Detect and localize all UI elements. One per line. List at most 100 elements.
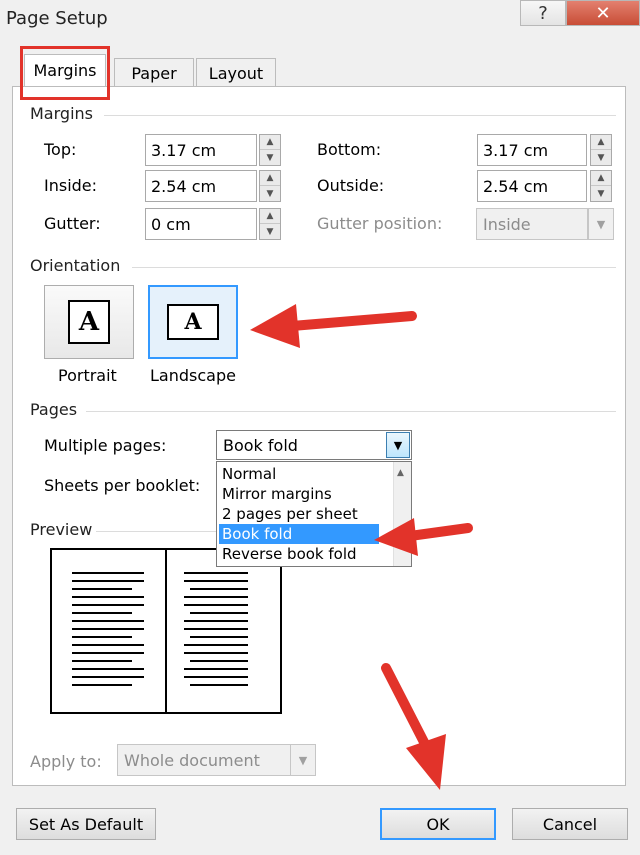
tab-paper[interactable]: Paper [114,58,194,88]
spin-up-icon[interactable]: ▲ [260,209,280,224]
pages-group-label: Pages [30,400,78,419]
preview-text-line [72,580,144,582]
cancel-button[interactable]: Cancel [512,808,628,840]
multiple-pages-dropdown[interactable]: Normal Mirror margins 2 pages per sheet … [216,461,412,567]
gutter-field[interactable]: 0 cm [145,208,257,240]
bottom-margin-field[interactable]: 3.17 cm [477,134,587,166]
icon-letter: A [78,307,100,337]
set-as-default-button[interactable]: Set As Default [16,808,156,840]
help-button[interactable]: ? [520,0,566,26]
spin-down-icon[interactable]: ▼ [260,224,280,239]
top-label: Top: [44,140,77,159]
preview-text-line [72,636,132,638]
multiple-pages-label: Multiple pages: [44,436,167,455]
window-title: Page Setup [6,8,108,29]
landscape-label: Landscape [150,366,236,385]
preview-text-line [72,676,144,678]
orientation-group-label: Orientation [30,256,121,275]
close-button[interactable]: ✕ [566,0,640,26]
preview-text-line [184,676,248,678]
preview-text-line [72,644,144,646]
preview-text-line [72,628,144,630]
chevron-down-icon[interactable]: ▼ [386,432,410,458]
spin-down-icon[interactable]: ▼ [591,186,611,201]
preview-text-line [184,668,248,670]
multiple-pages-select[interactable]: Book fold [216,430,412,460]
preview-text-line [184,652,248,654]
preview-text-line [184,580,248,582]
preview-text-line [72,596,144,598]
gutter-label: Gutter: [44,214,101,233]
top-margin-spinner[interactable]: ▲ ▼ [259,134,281,166]
preview-text-line [72,588,132,590]
option-mirror-margins[interactable]: Mirror margins [219,484,379,504]
apply-to-label: Apply to: [30,752,102,771]
preview-text-line [184,620,248,622]
preview-text-line [184,572,248,574]
portrait-label: Portrait [58,366,117,385]
margins-tab-highlight-box [20,46,110,100]
preview-text-line [190,684,248,686]
margins-separator [104,115,616,116]
margins-group-label: Margins [30,104,93,123]
inside-margin-spinner[interactable]: ▲ ▼ [259,170,281,202]
spin-down-icon[interactable]: ▼ [591,150,611,165]
preview-text-line [184,604,248,606]
gutter-spinner[interactable]: ▲ ▼ [259,208,281,240]
spin-down-icon[interactable]: ▼ [260,186,280,201]
option-normal[interactable]: Normal [219,464,379,484]
preview-text-line [184,596,248,598]
inside-label: Inside: [44,176,98,195]
preview-text-line [72,684,132,686]
landscape-page-icon: A [167,304,219,340]
preview-text-line [72,652,144,654]
preview-text-line [72,660,132,662]
inside-margin-field[interactable]: 2.54 cm [145,170,257,202]
preview-text-line [184,628,248,630]
spin-down-icon[interactable]: ▼ [260,150,280,165]
preview-book [50,548,282,714]
preview-text-line [72,604,144,606]
gutter-position-select: Inside [476,208,588,240]
preview-text-line [184,644,248,646]
preview-text-line [190,612,248,614]
preview-text-line [190,660,248,662]
apply-to-select: Whole document [117,744,291,776]
portrait-page-icon: A [68,300,110,344]
preview-text-line [72,620,144,622]
gutter-position-label: Gutter position: [317,214,443,233]
portrait-button[interactable]: A [44,285,134,359]
dropdown-scrollbar[interactable]: ▲ [393,462,411,566]
preview-fold-line [165,550,167,712]
outside-margin-field[interactable]: 2.54 cm [477,170,587,202]
scroll-up-icon[interactable]: ▲ [397,468,404,478]
spin-up-icon[interactable]: ▲ [260,171,280,186]
landscape-button[interactable]: A [148,285,238,359]
bottom-margin-spinner[interactable]: ▲ ▼ [590,134,612,166]
spin-up-icon[interactable]: ▲ [591,171,611,186]
preview-text-line [72,572,144,574]
icon-letter: A [184,309,202,335]
preview-group-label: Preview [30,520,93,539]
spin-up-icon[interactable]: ▲ [591,135,611,150]
preview-text-line [72,612,132,614]
tab-layout[interactable]: Layout [196,58,276,88]
preview-text-line [190,636,248,638]
outside-label: Outside: [317,176,385,195]
preview-text-line [72,668,144,670]
orientation-separator [132,267,616,268]
preview-separator [96,531,216,532]
spin-up-icon[interactable]: ▲ [260,135,280,150]
bottom-label: Bottom: [317,140,382,159]
multiple-pages-value: Book fold [223,435,298,455]
chevron-down-icon: ▼ [290,744,316,776]
preview-text-line [190,588,248,590]
top-margin-field[interactable]: 3.17 cm [145,134,257,166]
option-2-pages-per-sheet[interactable]: 2 pages per sheet [219,504,379,524]
sheets-per-booklet-label: Sheets per booklet: [44,476,201,495]
pages-separator [86,411,616,412]
ok-button[interactable]: OK [380,808,496,840]
outside-margin-spinner[interactable]: ▲ ▼ [590,170,612,202]
option-book-fold[interactable]: Book fold [219,524,379,544]
option-reverse-book-fold[interactable]: Reverse book fold [219,544,379,564]
